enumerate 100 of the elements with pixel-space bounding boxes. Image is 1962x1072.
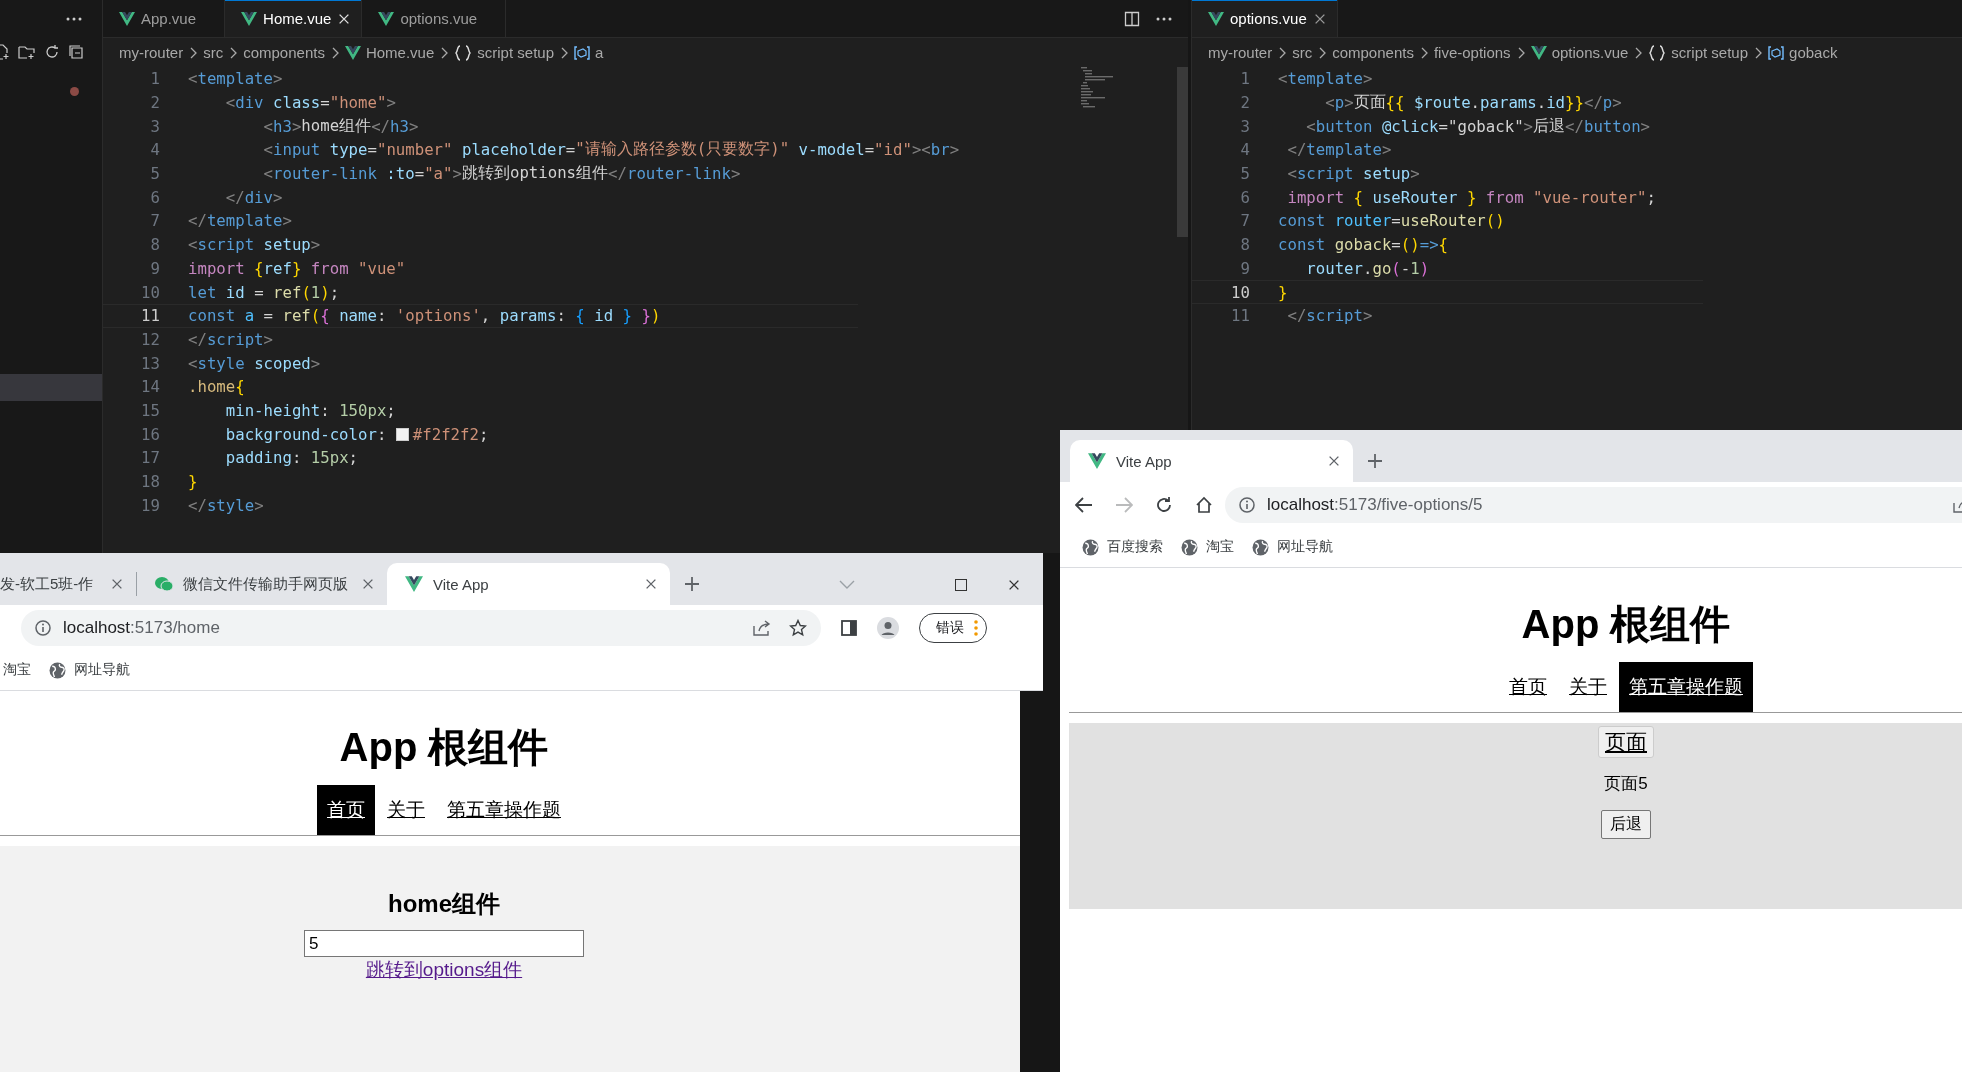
breadcrumb-item[interactable]: Home.vue	[344, 44, 435, 61]
breadcrumb-item[interactable]: src	[203, 44, 224, 61]
breadcrumb-item[interactable]: five-options	[1433, 44, 1511, 61]
line-number: 8	[149, 235, 160, 255]
nav-link[interactable]: 第五章操作题	[1619, 662, 1753, 712]
breadcrumb-item[interactable]: goback	[1768, 44, 1838, 61]
code-line: </script>	[1286, 306, 1373, 326]
link[interactable]: 跳转到options组件	[365, 957, 523, 983]
bookmark[interactable]: 淘宝	[3, 661, 31, 679]
new-tab-icon[interactable]	[1367, 453, 1383, 469]
code-line: const goback=()=>{	[1278, 235, 1449, 255]
close-icon[interactable]	[644, 577, 658, 591]
nav-link[interactable]: 关于	[377, 785, 435, 835]
breadcrumb-item[interactable]: src	[1292, 44, 1313, 61]
browser-tab[interactable]: Vite App	[387, 563, 670, 605]
line-number: 6	[1239, 187, 1250, 207]
editor-tab[interactable]: options.vue	[362, 0, 507, 37]
page-title: App 根组件	[338, 724, 550, 771]
globe-icon	[1252, 538, 1269, 556]
variable-icon	[1768, 45, 1785, 60]
more-icon[interactable]	[1156, 16, 1172, 21]
breadcrumb-item[interactable]: options.vue	[1530, 44, 1629, 61]
breadcrumb-item[interactable]: components	[243, 44, 325, 61]
chevron-icon	[1753, 45, 1764, 60]
bookmark[interactable]: 淘宝	[1181, 538, 1234, 556]
line-number: 7	[149, 211, 160, 231]
line-number: 4	[149, 140, 160, 160]
code-line: import {ref} from "vue"	[188, 258, 406, 278]
code-line: .home{	[188, 377, 245, 397]
error-chip[interactable]: 错误	[919, 612, 987, 643]
code-line: <div class="home">	[224, 93, 396, 113]
editor-tab[interactable]: options.vue	[1192, 0, 1338, 37]
line-number: 10	[1230, 282, 1250, 302]
address-bar[interactable]: localhost:5173/five-options/5	[1225, 486, 1962, 523]
globe-icon	[49, 661, 66, 679]
close-icon[interactable]	[1327, 454, 1341, 468]
editor-tab[interactable]: Home.vue	[225, 0, 363, 37]
address-bar[interactable]: localhost:5173/home	[21, 609, 821, 646]
line-number: 13	[140, 353, 160, 373]
bookmark[interactable]: 百度搜索	[1082, 538, 1163, 556]
new-tab-icon[interactable]	[684, 576, 700, 592]
code-line: <p>页面{{ $route.params.id}}</p>	[1324, 92, 1622, 114]
vue-logo-icon	[1208, 11, 1224, 26]
chevron-icon	[1317, 45, 1328, 60]
chevron-icon	[188, 45, 199, 60]
breadcrumb-item[interactable]: script setup	[454, 44, 554, 61]
nav-link[interactable]: 关于	[1559, 662, 1617, 712]
number-field[interactable]: 5	[304, 930, 584, 957]
collapse-icon[interactable]	[68, 44, 84, 60]
braces-icon	[1648, 44, 1667, 61]
line-number: 3	[149, 116, 160, 136]
breadcrumb-item[interactable]: script setup	[1648, 44, 1749, 61]
avatar-icon[interactable]	[877, 616, 899, 639]
chevron-icon	[1633, 45, 1644, 60]
code-line: <h3>home组件</h3>	[262, 115, 419, 137]
line-number: 3	[1239, 116, 1250, 136]
code-line: </script>	[188, 329, 273, 349]
breadcrumb-item[interactable]: my-router	[1208, 44, 1273, 61]
breadcrumb-item[interactable]: a	[574, 44, 604, 61]
refresh-icon[interactable]	[44, 44, 60, 60]
split-editor-icon[interactable]	[1124, 10, 1140, 27]
new-folder-icon[interactable]	[18, 44, 36, 60]
braces-icon	[454, 44, 473, 61]
nav-link[interactable]: 首页	[1499, 662, 1557, 712]
home-icon[interactable]	[1195, 495, 1213, 514]
bookmark[interactable]: 网址导航	[49, 661, 130, 679]
star-icon[interactable]	[789, 618, 807, 637]
line-number: 14	[140, 377, 160, 397]
line-number: 2	[149, 93, 160, 113]
code-line: <button @click="goback">后退</button>	[1305, 115, 1651, 137]
browser-tab[interactable]: 发-软工5班-作	[0, 572, 137, 596]
breadcrumb-item[interactable]: components	[1332, 44, 1414, 61]
line-number: 19	[140, 495, 160, 515]
bookmark[interactable]: 网址导航	[1252, 538, 1333, 556]
line-number: 6	[149, 187, 160, 207]
line-number: 7	[1239, 211, 1250, 231]
back-icon[interactable]	[1075, 496, 1093, 513]
back-button[interactable]: 后退	[1601, 810, 1651, 839]
vue-logo-icon	[241, 11, 258, 26]
code-line: <script setup>	[188, 235, 321, 255]
maximize-icon[interactable]	[955, 579, 967, 591]
line-number: 11	[1230, 306, 1250, 326]
breadcrumb-item[interactable]: my-router	[119, 44, 184, 61]
browser-tab[interactable]: Vite App	[1070, 440, 1353, 482]
nav-link[interactable]: 首页	[317, 785, 375, 835]
minimap-drawing	[1081, 67, 1113, 109]
code-line: import { useRouter } from "vue-router";	[1286, 187, 1656, 207]
code-line: <style scoped>	[188, 353, 321, 373]
close-icon[interactable]	[1007, 578, 1021, 592]
reload-icon[interactable]	[1155, 495, 1173, 514]
share-icon[interactable]	[753, 619, 771, 636]
nav-link[interactable]: 第五章操作题	[437, 785, 571, 835]
browser-tab[interactable]: 微信文件传输助手网页版	[137, 563, 387, 605]
more-icon[interactable]	[66, 16, 82, 21]
scrollbar-thumb[interactable]	[1177, 67, 1188, 237]
side-panel-icon[interactable]	[841, 619, 857, 636]
page-link-button[interactable]: 页面	[1598, 726, 1654, 758]
code-line: }	[1278, 282, 1288, 302]
line-number: 12	[140, 329, 160, 349]
line-number: 9	[149, 258, 160, 278]
